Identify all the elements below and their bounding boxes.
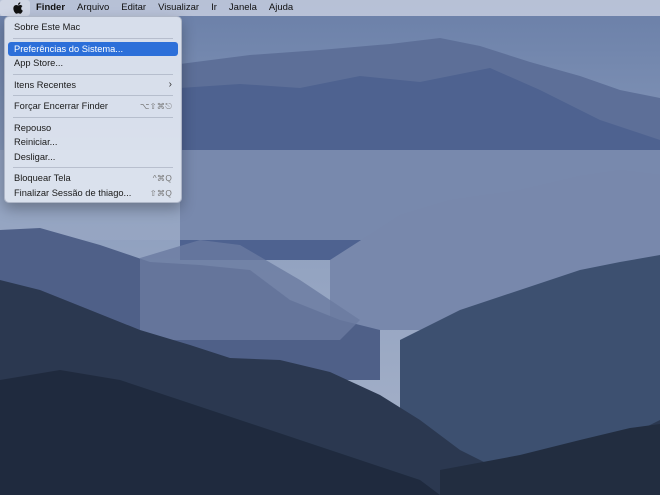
menu-bar: Finder Arquivo Editar Visualizar Ir Jane… [0,0,660,16]
menu-separator [13,167,173,168]
menu-item-label: Itens Recentes [14,79,77,90]
menu-janela[interactable]: Janela [223,0,263,16]
menu-item-label: Sobre Este Mac [14,22,81,32]
keyboard-shortcut: ^⌘Q [152,173,172,183]
menu-item-about[interactable]: Sobre Este Mac [8,20,178,35]
menu-item-label: Bloquear Tela [14,173,71,183]
menu-separator [13,116,173,118]
menu-item-label: Finalizar Sessão de thiago... [14,187,132,198]
menu-editar[interactable]: Editar [115,0,152,16]
menu-separator [13,73,173,75]
menu-separator [13,95,173,96]
menu-item-force-quit[interactable]: Forçar Encerrar Finder ⌥⇧⌘⎋ [8,99,178,114]
menu-ir[interactable]: Ir [205,0,223,16]
menu-item-label: Forçar Encerrar Finder [14,101,109,111]
menu-item-lock-screen[interactable]: Bloquear Tela ^⌘Q [8,171,178,186]
menu-item-restart[interactable]: Reiniciar... [8,135,178,150]
menu-item-label: Desligar... [14,151,56,162]
menu-item-logout[interactable]: Finalizar Sessão de thiago... ⇧⌘Q [8,186,178,201]
menu-ajuda[interactable]: Ajuda [263,0,299,16]
menu-item-system-preferences[interactable]: Preferências do Sistema... [8,41,178,56]
apple-menu-dropdown: Sobre Este Mac Preferências do Sistema..… [4,16,182,203]
menu-item-label: Reiniciar... [14,137,58,147]
chevron-right-icon: › [168,78,172,90]
menu-item-recent-items[interactable]: Itens Recentes › [8,78,178,93]
menu-item-label: Repouso [14,122,52,133]
menu-item-sleep[interactable]: Repouso [8,121,178,136]
menu-item-app-store[interactable]: App Store... [8,56,178,71]
keyboard-shortcut: ⇧⌘Q [149,187,172,198]
keyboard-shortcut: ⌥⇧⌘⎋ [139,101,172,111]
apple-menu-button[interactable] [0,0,30,16]
apple-logo-icon [13,2,23,14]
menu-item-label: App Store... [14,58,64,68]
menu-separator [13,37,173,39]
menu-item-label: Preferências do Sistema... [14,43,124,54]
menu-finder[interactable]: Finder [30,0,71,16]
menu-visualizar[interactable]: Visualizar [152,0,205,16]
menu-arquivo[interactable]: Arquivo [71,0,115,16]
menu-item-shutdown[interactable]: Desligar... [8,150,178,165]
